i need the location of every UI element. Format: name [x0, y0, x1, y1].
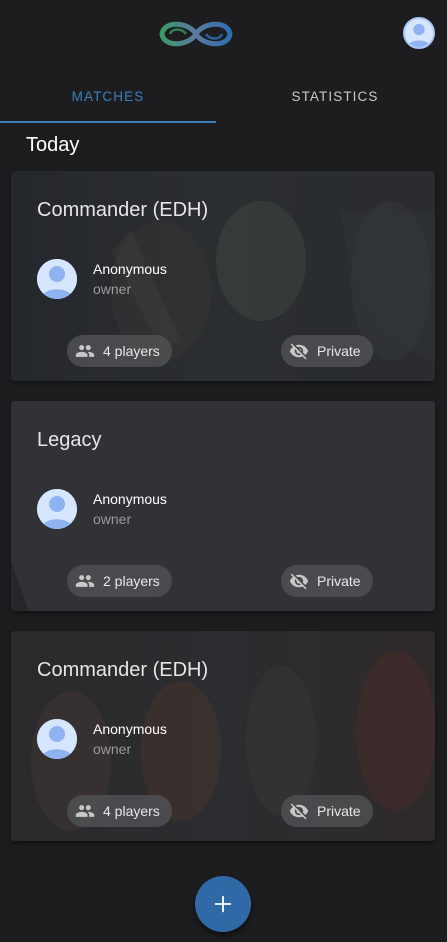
visibility-label: Private	[317, 573, 361, 589]
visibility-chip[interactable]: Private	[281, 335, 373, 367]
tab-bar: MATCHES STATISTICS	[0, 70, 447, 124]
owner-role: owner	[93, 511, 132, 527]
owner-name: Anonymous	[93, 491, 167, 507]
active-tab-indicator	[0, 121, 216, 123]
user-avatar-icon[interactable]	[403, 17, 435, 49]
match-card[interactable]: Commander (EDH) Anonymous owner 4 player…	[11, 171, 435, 381]
players-count: 4 players	[103, 343, 160, 359]
match-card[interactable]: Legacy Anonymous owner 2 players Private	[11, 401, 435, 611]
app-header	[0, 0, 447, 68]
tab-statistics[interactable]: STATISTICS	[223, 70, 447, 122]
people-icon	[75, 805, 95, 817]
tab-matches[interactable]: MATCHES	[0, 70, 216, 122]
match-format: Commander (EDH)	[37, 659, 209, 681]
add-match-button[interactable]	[195, 876, 251, 932]
match-format: Legacy	[37, 429, 102, 451]
match-card[interactable]: Commander (EDH) Anonymous owner 4 player…	[11, 631, 435, 841]
owner-role: owner	[93, 281, 132, 297]
players-count: 4 players	[103, 803, 160, 819]
owner-avatar-icon	[37, 719, 77, 759]
eye-off-icon	[289, 343, 309, 360]
visibility-label: Private	[317, 803, 361, 819]
section-title-today: Today	[26, 134, 80, 156]
eye-off-icon	[289, 573, 309, 590]
plus-icon	[214, 895, 232, 913]
match-format: Commander (EDH)	[37, 199, 209, 221]
infinity-logo-icon[interactable]	[156, 14, 236, 54]
people-icon	[75, 575, 95, 587]
visibility-chip[interactable]: Private	[281, 795, 373, 827]
owner-avatar-icon	[37, 489, 77, 529]
app-root: MATCHES STATISTICS Today Commander (EDH)	[0, 0, 447, 942]
people-icon	[75, 345, 95, 357]
players-chip[interactable]: 4 players	[67, 795, 172, 827]
players-count: 2 players	[103, 573, 160, 589]
owner-name: Anonymous	[93, 261, 167, 277]
owner-name: Anonymous	[93, 721, 167, 737]
owner-role: owner	[93, 741, 132, 757]
eye-off-icon	[289, 803, 309, 820]
visibility-label: Private	[317, 343, 361, 359]
owner-avatar-icon	[37, 259, 77, 299]
visibility-chip[interactable]: Private	[281, 565, 373, 597]
players-chip[interactable]: 2 players	[67, 565, 172, 597]
players-chip[interactable]: 4 players	[67, 335, 172, 367]
